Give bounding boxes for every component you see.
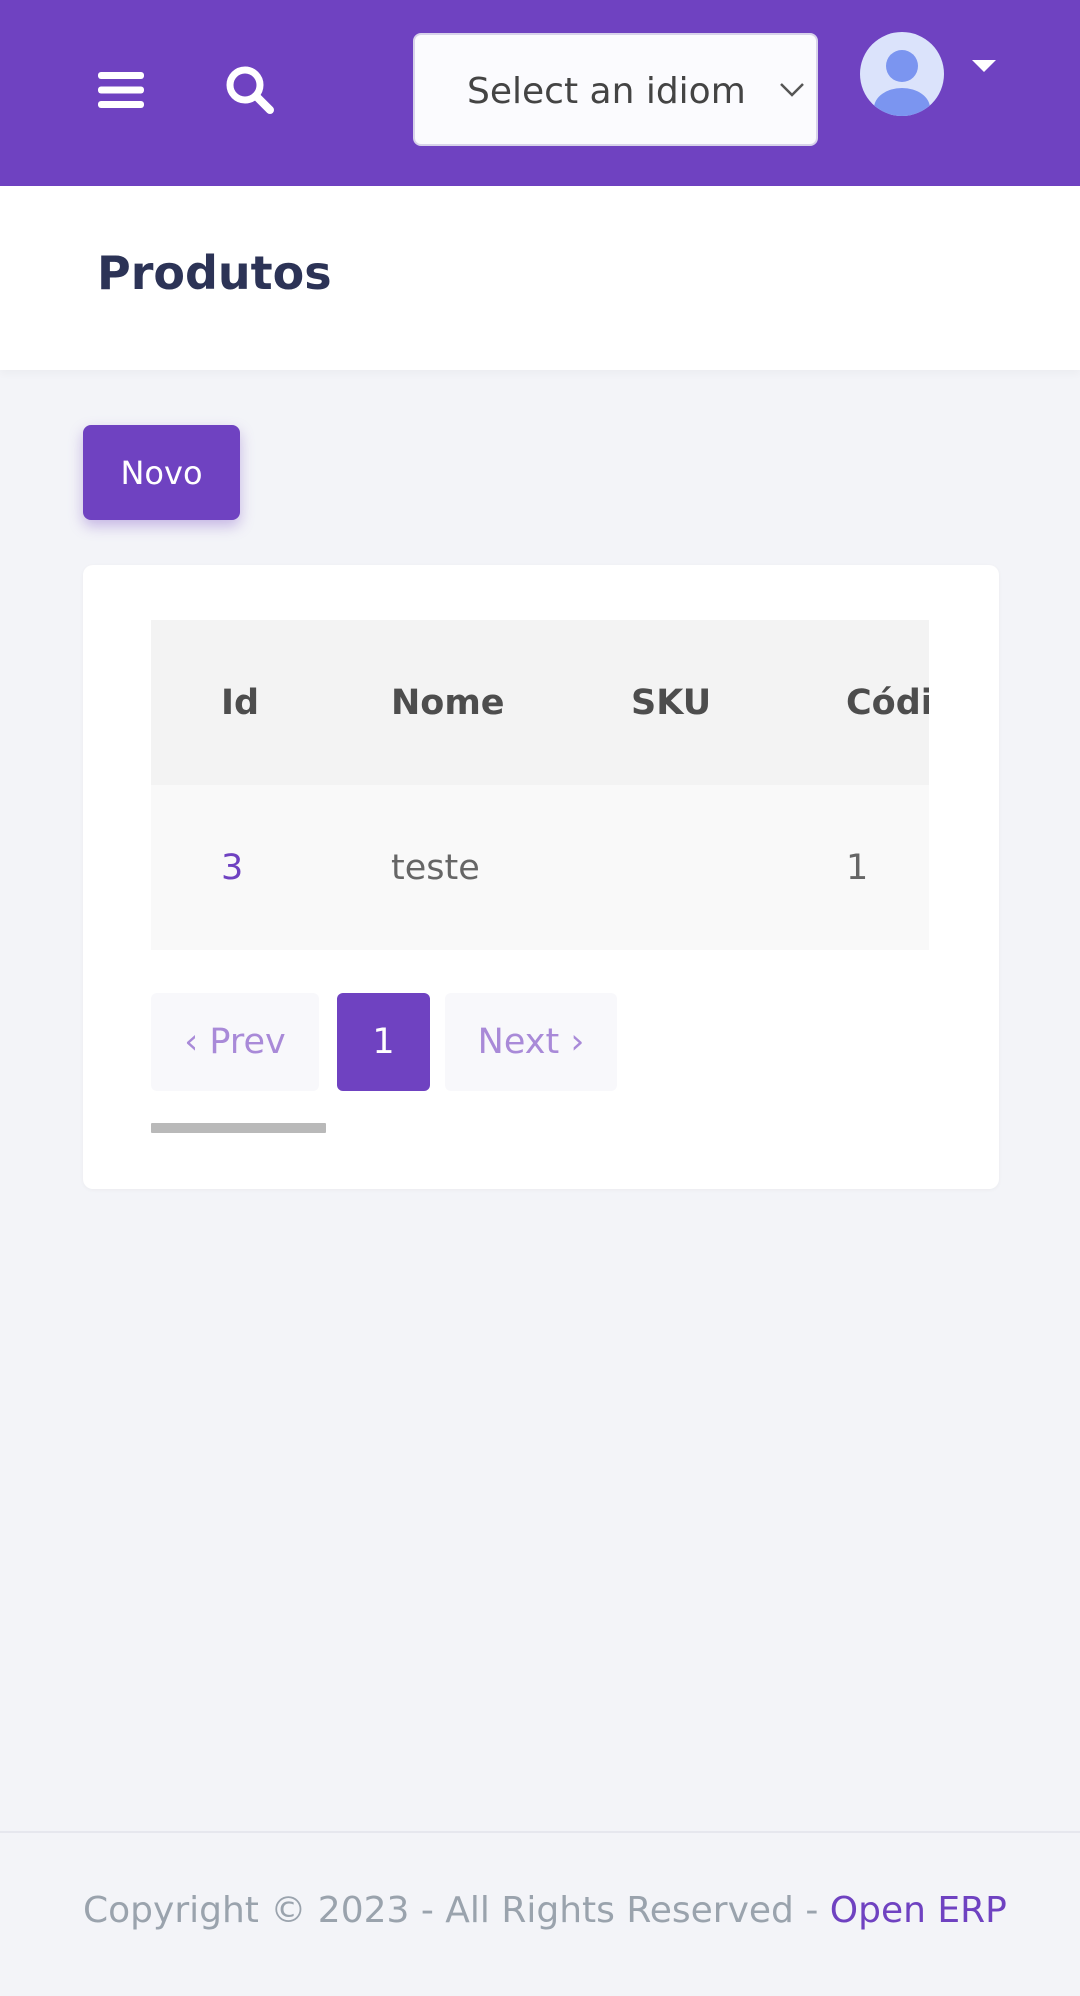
footer-divider	[0, 1831, 1080, 1833]
footer-copyright: Copyright © 2023 - All Rights Reserved -	[83, 1890, 830, 1931]
next-page-button[interactable]: Next ›	[445, 993, 617, 1091]
idiom-select-value: Select an idiom	[467, 71, 746, 112]
page-title: Produtos	[97, 246, 332, 300]
chevron-down-icon	[780, 83, 804, 97]
products-card: Id Nome SKU Códi 3 teste 1 ‹ Prev 1 Next…	[83, 565, 999, 1189]
footer: Copyright © 2023 - All Rights Reserved -…	[83, 1890, 1007, 1931]
page-number-button[interactable]: 1	[337, 993, 430, 1091]
row-id-link[interactable]: 3	[151, 785, 391, 950]
menu-toggle-button[interactable]	[86, 50, 156, 130]
top-navbar: Select an idiom	[0, 0, 1080, 186]
column-header-id[interactable]: Id	[151, 620, 391, 785]
row-nome: teste	[391, 847, 480, 888]
row-sku	[631, 785, 846, 950]
column-header-sku[interactable]: SKU	[631, 620, 846, 785]
idiom-select[interactable]: Select an idiom	[413, 33, 818, 146]
products-table-container[interactable]: Id Nome SKU Códi 3 teste 1	[151, 620, 929, 950]
hamburger-menu-icon	[98, 72, 144, 108]
new-product-button[interactable]: Novo	[83, 425, 240, 520]
footer-link[interactable]: Open ERP	[830, 1890, 1007, 1931]
column-header-codigo[interactable]: Códi	[846, 620, 929, 785]
search-button[interactable]	[212, 50, 288, 130]
page-header: Produtos	[0, 186, 1080, 370]
horizontal-scrollbar[interactable]	[151, 1123, 326, 1133]
prev-page-button[interactable]: ‹ Prev	[151, 993, 319, 1091]
table-header-row: Id Nome SKU Códi	[151, 620, 929, 785]
row-codigo: 1	[846, 847, 869, 888]
products-table: Id Nome SKU Códi 3 teste 1	[151, 620, 929, 950]
search-icon	[226, 66, 274, 114]
table-row[interactable]: 3 teste 1	[151, 785, 929, 950]
user-menu[interactable]	[858, 30, 1008, 120]
caret-down-icon	[972, 60, 996, 72]
column-header-nome[interactable]: Nome	[391, 620, 631, 785]
user-avatar-icon	[860, 32, 944, 116]
